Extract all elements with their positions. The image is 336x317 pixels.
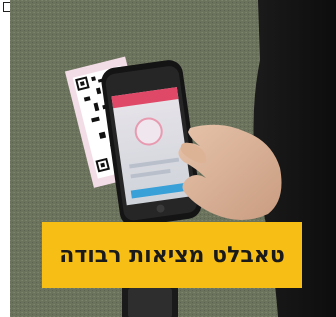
video-frame: טאבלט מציאות רבודה [0, 0, 336, 317]
caption-text: טאבלט מציאות רבודה [59, 242, 285, 268]
left-white-edge [0, 0, 10, 317]
caption-banner: טאבלט מציאות רבודה [42, 222, 302, 288]
